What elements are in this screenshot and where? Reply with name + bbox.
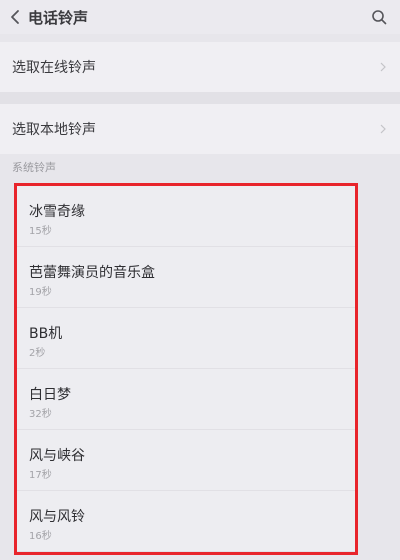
ringtone-name: 风与峡谷 bbox=[29, 448, 85, 464]
online-ringtone-label: 选取在线铃声 bbox=[12, 60, 96, 76]
ringtone-item[interactable]: 白日梦 32秒 bbox=[17, 369, 355, 430]
system-ringtones-section-label: 系统铃声 bbox=[12, 161, 56, 174]
ringtone-name: 冰雪奇缘 bbox=[29, 204, 85, 220]
search-button[interactable] bbox=[368, 6, 390, 28]
ringtone-item[interactable]: BB机 2秒 bbox=[17, 308, 355, 369]
chevron-left-icon bbox=[11, 10, 19, 24]
ringtone-name: 芭蕾舞演员的音乐盒 bbox=[29, 265, 155, 281]
ringtone-duration: 15秒 bbox=[29, 226, 52, 237]
search-icon bbox=[372, 10, 387, 25]
ringtone-duration: 17秒 bbox=[29, 470, 52, 481]
ringtone-duration: 16秒 bbox=[29, 531, 52, 542]
online-ringtone-option[interactable]: 选取在线铃声 bbox=[0, 42, 400, 92]
ringtone-name: BB机 bbox=[29, 326, 63, 342]
ringtone-item[interactable]: 冰雪奇缘 15秒 bbox=[17, 186, 355, 247]
page-title: 电话铃声 bbox=[28, 8, 89, 27]
divider bbox=[0, 92, 400, 104]
ringtone-item[interactable]: 风与风铃 16秒 bbox=[17, 491, 355, 552]
ringtone-name: 白日梦 bbox=[29, 387, 71, 403]
local-ringtone-option[interactable]: 选取本地铃声 bbox=[0, 104, 400, 154]
top-gap bbox=[0, 34, 400, 42]
ringtone-item[interactable]: 芭蕾舞演员的音乐盒 19秒 bbox=[17, 247, 355, 308]
ringtone-duration: 19秒 bbox=[29, 287, 52, 298]
ringtone-name: 风与风铃 bbox=[29, 509, 85, 525]
chevron-right-icon bbox=[378, 60, 388, 74]
ringtone-item[interactable]: 风与峡谷 17秒 bbox=[17, 430, 355, 491]
ringtone-duration: 32秒 bbox=[29, 409, 52, 420]
ringtone-duration: 2秒 bbox=[29, 348, 46, 359]
system-ringtone-list: 冰雪奇缘 15秒 芭蕾舞演员的音乐盒 19秒 BB机 2秒 白日梦 32秒 风与… bbox=[14, 183, 358, 555]
local-ringtone-label: 选取本地铃声 bbox=[12, 122, 96, 138]
top-bar: 电话铃声 bbox=[0, 0, 400, 34]
back-button[interactable] bbox=[6, 6, 24, 28]
chevron-right-icon bbox=[378, 122, 388, 136]
